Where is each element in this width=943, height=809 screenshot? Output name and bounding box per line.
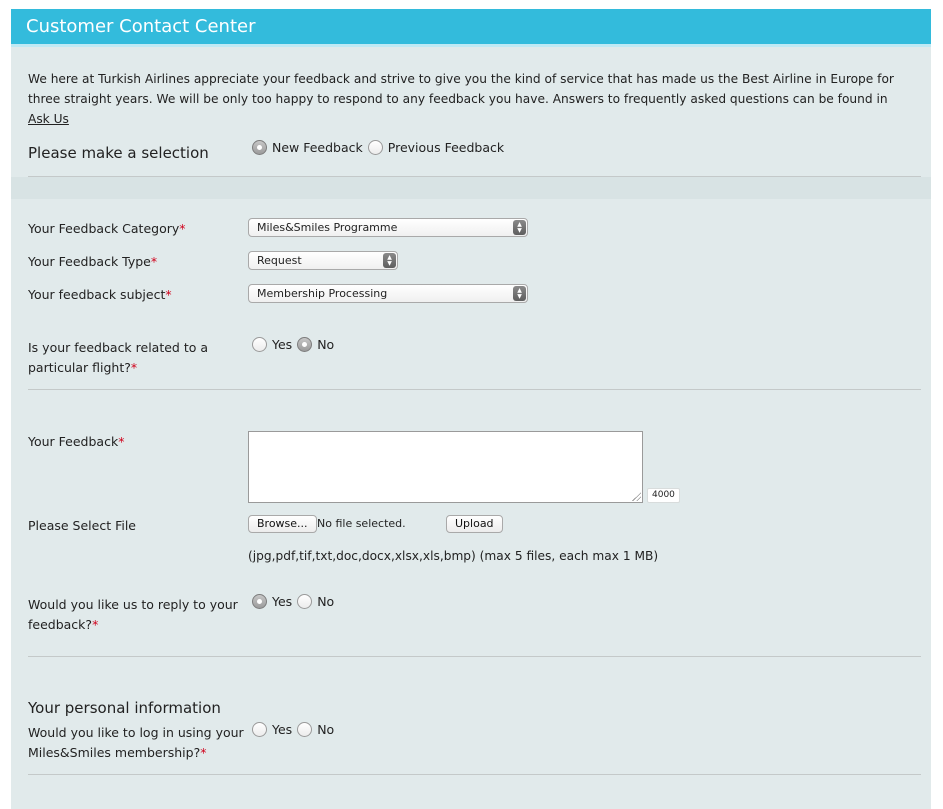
divider xyxy=(28,389,921,390)
subject-label: Your feedback subject* xyxy=(28,287,172,302)
flight-radio-group: Yes No xyxy=(252,337,339,352)
new-feedback-label[interactable]: New Feedback xyxy=(272,140,363,155)
feedback-label: Your Feedback* xyxy=(28,434,125,449)
file-status: No file selected. xyxy=(317,517,406,530)
category-label: Your Feedback Category* xyxy=(28,221,186,236)
previous-feedback-radio[interactable] xyxy=(367,140,383,155)
ask-us-link[interactable]: Ask Us xyxy=(28,112,69,126)
type-label: Your Feedback Type* xyxy=(28,254,158,269)
flight-question-label: Is your feedback related to a particular… xyxy=(28,340,209,375)
previous-feedback-label[interactable]: Previous Feedback xyxy=(388,140,504,155)
selection-radio-group: New Feedback Previous Feedback xyxy=(252,140,509,155)
page-header: Customer Contact Center xyxy=(11,9,931,44)
select-arrows-icon: ▲ ▼ xyxy=(513,220,526,235)
subject-select-value: Membership Processing xyxy=(257,287,388,300)
subject-select[interactable]: Membership Processing ▲ ▼ xyxy=(248,284,528,303)
character-counter: 4000 xyxy=(647,488,680,503)
reply-no-label[interactable]: No xyxy=(317,594,334,609)
browse-button[interactable]: Browse... xyxy=(248,515,317,533)
reply-radio-group: Yes No xyxy=(252,594,339,609)
select-arrows-icon: ▲ ▼ xyxy=(383,253,396,268)
intro-text: We here at Turkish Airlines appreciate y… xyxy=(28,72,894,126)
feedback-textarea[interactable] xyxy=(248,431,643,503)
login-yes-label[interactable]: Yes xyxy=(272,722,292,737)
type-select[interactable]: Request ▲ ▼ xyxy=(248,251,398,270)
login-no-label[interactable]: No xyxy=(317,722,334,737)
flight-yes-radio[interactable] xyxy=(252,337,267,352)
category-select[interactable]: Miles&Smiles Programme ▲ ▼ xyxy=(248,218,528,237)
resize-handle-icon[interactable] xyxy=(631,491,641,501)
login-yes-radio[interactable] xyxy=(252,722,267,737)
selection-label: Please make a selection xyxy=(28,144,209,162)
new-feedback-radio[interactable] xyxy=(252,140,267,155)
login-no-radio[interactable] xyxy=(297,722,313,737)
file-label: Please Select File xyxy=(28,518,136,533)
contact-form-panel: We here at Turkish Airlines appreciate y… xyxy=(11,47,931,809)
file-types-hint: (jpg,pdf,tif,txt,doc,docx,xlsx,xls,bmp) … xyxy=(248,549,659,563)
upload-button[interactable]: Upload xyxy=(446,515,503,533)
flight-no-radio[interactable] xyxy=(297,337,313,352)
divider xyxy=(28,774,921,775)
reply-question-label: Would you like us to reply to your feedb… xyxy=(28,597,238,632)
login-question-label: Would you like to log in using your Mile… xyxy=(28,725,244,760)
reply-yes-radio[interactable] xyxy=(252,594,267,609)
type-select-value: Request xyxy=(257,254,302,267)
divider xyxy=(28,656,921,657)
reply-yes-label[interactable]: Yes xyxy=(272,594,292,609)
reply-no-radio[interactable] xyxy=(297,594,313,609)
select-arrows-icon: ▲ ▼ xyxy=(513,286,526,301)
section-band xyxy=(11,177,931,199)
flight-no-label[interactable]: No xyxy=(317,337,334,352)
page-title: Customer Contact Center xyxy=(26,16,256,37)
flight-yes-label[interactable]: Yes xyxy=(272,337,292,352)
personal-info-title: Your personal information xyxy=(28,699,221,717)
login-radio-group: Yes No xyxy=(252,722,339,737)
category-select-value: Miles&Smiles Programme xyxy=(257,221,398,234)
